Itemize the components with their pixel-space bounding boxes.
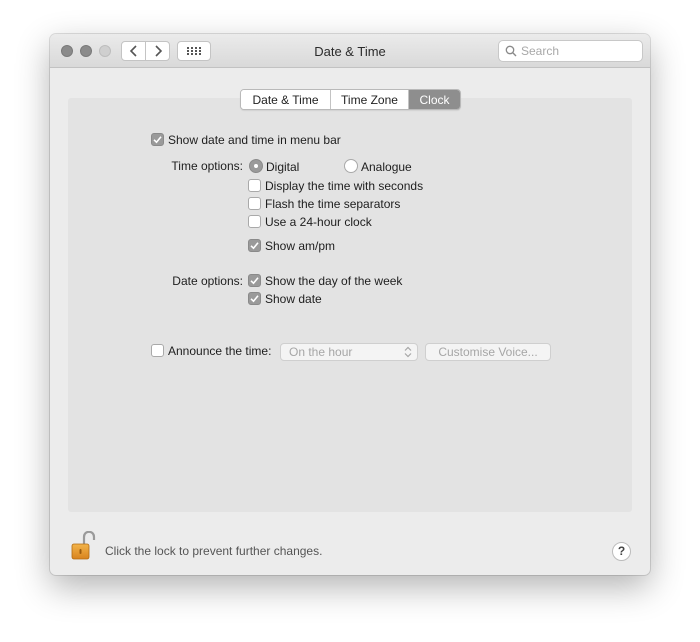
- date-options-label: Date options:: [172, 274, 243, 288]
- tab-time-zone[interactable]: Time Zone: [330, 90, 408, 109]
- show-ampm-label: Show am/pm: [265, 239, 336, 253]
- checkmark-icon: [153, 136, 162, 144]
- unlocked-lock-icon[interactable]: [71, 531, 99, 561]
- digital-radio[interactable]: [249, 159, 263, 173]
- use-24-hour-label: Use a 24-hour clock: [265, 215, 372, 229]
- checkmark-icon: [250, 277, 259, 285]
- analogue-radio[interactable]: [344, 159, 358, 173]
- search-icon: [505, 45, 517, 57]
- help-button[interactable]: ?: [612, 542, 631, 561]
- show-day-of-week-checkbox[interactable]: [248, 274, 261, 287]
- flash-separators-checkbox[interactable]: [248, 197, 261, 210]
- announce-interval-value: On the hour: [289, 345, 353, 359]
- show-in-menu-bar-checkbox[interactable]: [151, 133, 164, 146]
- flash-separators-label: Flash the time separators: [265, 197, 401, 211]
- customise-voice-button[interactable]: Customise Voice...: [425, 343, 551, 361]
- tab-date-time[interactable]: Date & Time: [241, 90, 330, 109]
- use-24-hour-checkbox[interactable]: [248, 215, 261, 228]
- tab-clock[interactable]: Clock: [408, 90, 460, 109]
- checkmark-icon: [250, 295, 259, 303]
- announce-time-checkbox[interactable]: [151, 344, 164, 357]
- show-date-label: Show date: [265, 292, 322, 306]
- announce-time-label: Announce the time:: [168, 344, 272, 358]
- show-ampm-checkbox[interactable]: [248, 239, 261, 252]
- show-date-checkbox[interactable]: [248, 292, 261, 305]
- announce-interval-popup[interactable]: On the hour: [280, 343, 418, 361]
- display-seconds-checkbox[interactable]: [248, 179, 261, 192]
- tab-bar: Date & Time Time Zone Clock: [240, 89, 461, 110]
- search-input[interactable]: [521, 44, 636, 58]
- show-day-of-week-label: Show the day of the week: [265, 274, 403, 288]
- title-bar: Date & Time: [50, 34, 650, 68]
- digital-label: Digital: [266, 160, 300, 174]
- checkmark-icon: [250, 242, 259, 250]
- time-options-label: Time options:: [171, 159, 243, 173]
- analogue-label: Analogue: [361, 160, 412, 174]
- preferences-window: Date & Time Date & Time Time Zone Clock …: [50, 34, 650, 575]
- show-in-menu-bar-label: Show date and time in menu bar: [168, 133, 341, 147]
- lock-message: Click the lock to prevent further change…: [105, 544, 323, 558]
- updown-arrows-icon: [404, 346, 412, 358]
- display-seconds-label: Display the time with seconds: [265, 179, 424, 193]
- search-field[interactable]: [498, 40, 643, 62]
